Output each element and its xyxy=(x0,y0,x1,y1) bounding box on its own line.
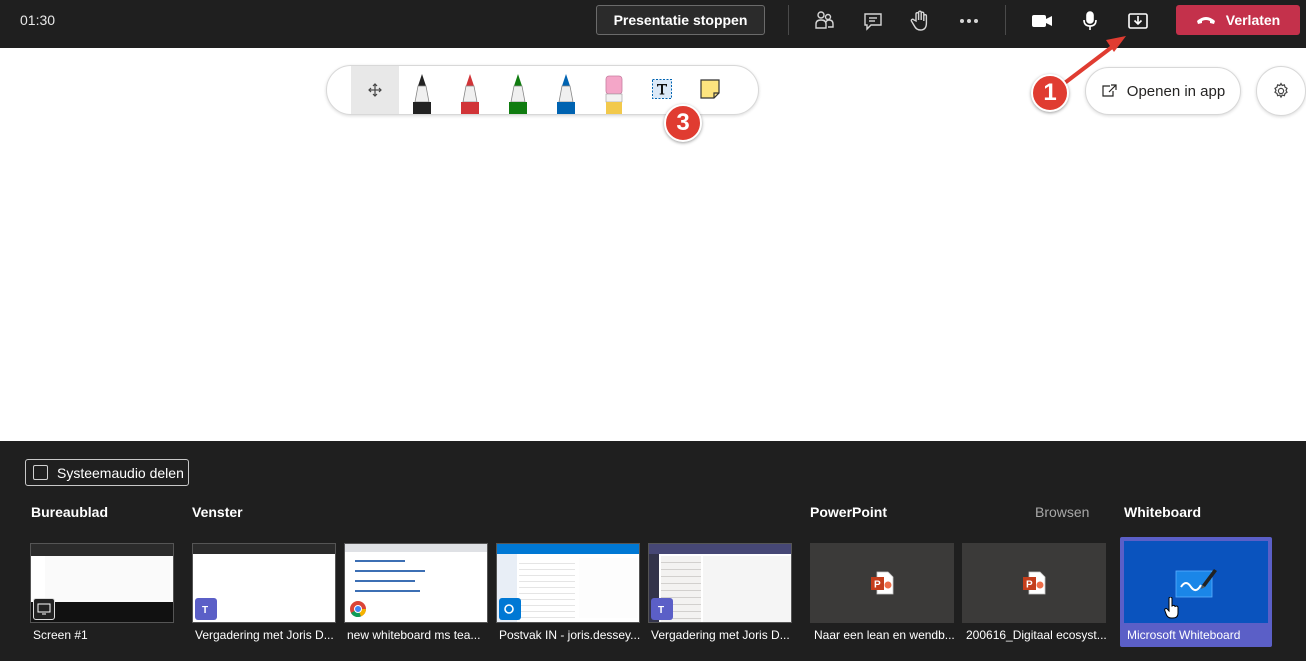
window-thumbnail[interactable] xyxy=(344,543,488,623)
window-label: Postvak IN - joris.dessey... xyxy=(499,628,641,642)
outlook-app-icon xyxy=(499,598,521,620)
powerpoint-label: 200616_Digitaal ecosyst... xyxy=(966,628,1107,642)
powerpoint-file-icon: P xyxy=(1023,571,1046,595)
section-desktop: Bureaublad xyxy=(31,504,109,520)
browse-link[interactable]: Browsen xyxy=(1035,504,1089,520)
share-system-audio-toggle[interactable]: Systeemaudio delen xyxy=(25,459,189,486)
window-label: Vergadering met Joris D... xyxy=(195,628,334,642)
annotation-arrow-1 xyxy=(1060,42,1118,87)
svg-text:P: P xyxy=(874,580,881,591)
powerpoint-label: Naar een lean en wendb... xyxy=(814,628,955,642)
window-thumbnail[interactable] xyxy=(496,543,640,623)
desktop-thumbnail[interactable] xyxy=(30,543,174,623)
teams-app-icon: T xyxy=(195,598,217,620)
window-thumbnail[interactable]: T xyxy=(648,543,792,623)
desktop-label: Screen #1 xyxy=(33,628,88,642)
whiteboard-tile-label: Microsoft Whiteboard xyxy=(1127,628,1241,642)
system-audio-checkbox[interactable] xyxy=(33,465,48,480)
whiteboard-preview xyxy=(1124,541,1268,623)
section-window: Venster xyxy=(192,504,243,520)
screen-share-icon xyxy=(33,598,55,620)
svg-text:P: P xyxy=(1026,580,1033,591)
whiteboard-app-icon xyxy=(1175,569,1217,598)
svg-text:T: T xyxy=(202,605,208,616)
microsoft-whiteboard-tile[interactable]: Microsoft Whiteboard xyxy=(1120,537,1272,647)
powerpoint-thumbnail[interactable]: P xyxy=(962,543,1106,623)
powerpoint-file-icon: P xyxy=(871,571,894,595)
system-audio-label: Systeemaudio delen xyxy=(57,464,184,481)
step-badge-1: 1 xyxy=(1031,74,1069,112)
share-tray: Systeemaudio delen Bureaublad Venster Po… xyxy=(0,441,1306,661)
section-whiteboard: Whiteboard xyxy=(1124,504,1201,520)
window-label: new whiteboard ms tea... xyxy=(347,628,481,642)
step-badge-3: 3 xyxy=(664,104,702,142)
window-thumbnail[interactable]: T xyxy=(192,543,336,623)
window-label: Vergadering met Joris D... xyxy=(651,628,790,642)
hand-cursor-icon xyxy=(1164,597,1179,619)
chrome-app-icon xyxy=(347,598,369,620)
svg-text:T: T xyxy=(658,605,664,616)
teams-app-icon: T xyxy=(651,598,673,620)
powerpoint-thumbnail[interactable]: P xyxy=(810,543,954,623)
section-powerpoint: PowerPoint xyxy=(810,504,888,520)
